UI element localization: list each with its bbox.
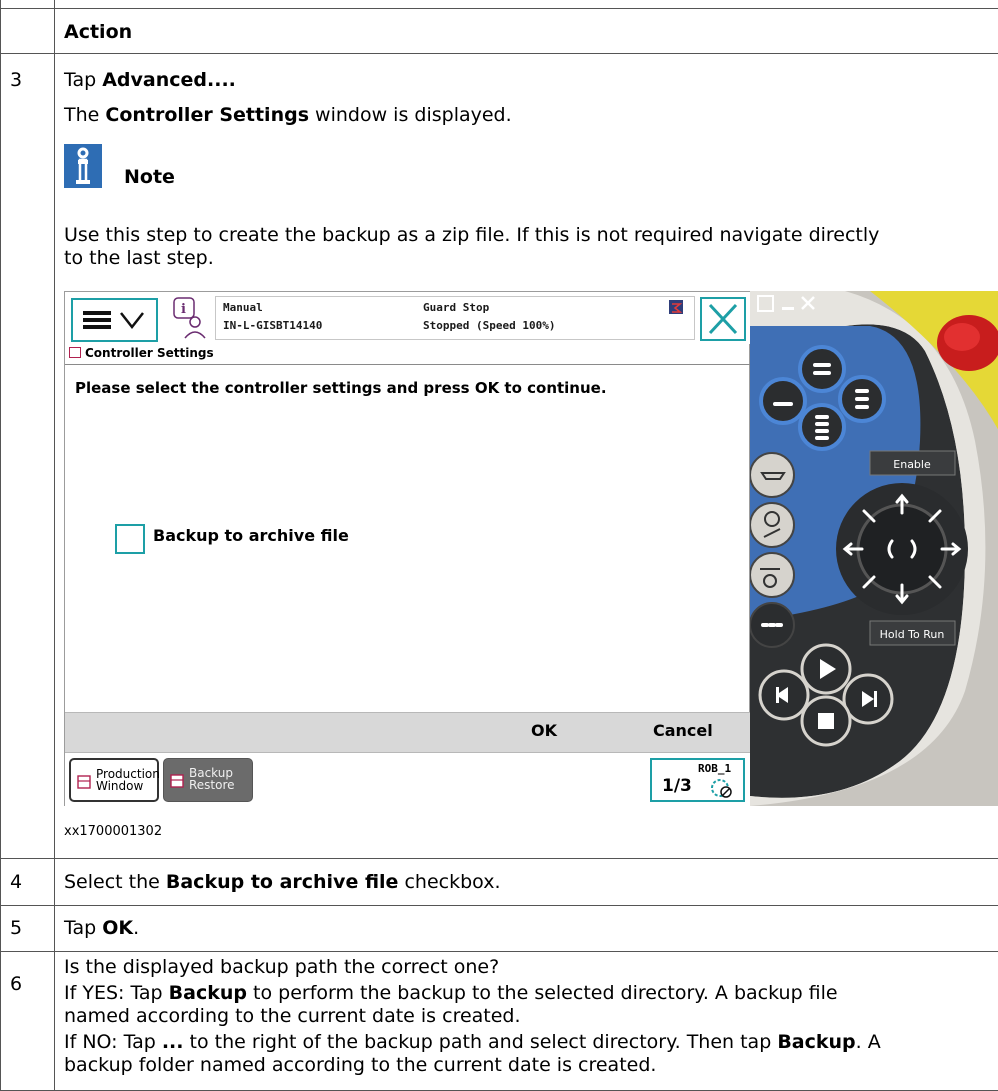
svg-text:i: i — [181, 302, 186, 317]
increment-fraction: 1/3 — [662, 776, 692, 796]
command-bar: OK Cancel — [65, 712, 751, 752]
hold-to-run-label: Hold To Run — [880, 628, 945, 641]
close-button[interactable] — [700, 297, 746, 341]
note-label: Note — [124, 166, 175, 188]
program-state: Stopped (Speed 100%) — [423, 319, 556, 332]
column-divider — [54, 0, 55, 1091]
mechanical-unit-label: ROB_1 — [698, 762, 732, 775]
prompt-text: Please select the controller settings an… — [75, 379, 607, 397]
task-label: Backup Restore — [189, 766, 235, 792]
ok-button[interactable]: OK — [531, 721, 557, 740]
main-menu-button[interactable] — [71, 298, 158, 342]
instruction-table: Action 3 Tap Advanced.... The Controller… — [0, 0, 998, 1091]
row-divider — [0, 951, 998, 952]
step-number: 5 — [10, 917, 23, 939]
column-header-action: Action — [64, 21, 133, 43]
enable-label: Enable — [893, 458, 931, 471]
backup-icon — [69, 347, 81, 358]
quickset-button[interactable]: ROB_1 1/3 — [650, 758, 745, 802]
backup-archive-checkbox[interactable] — [115, 524, 145, 554]
divider — [65, 364, 751, 365]
step-text: Select the Backup to archive file checkb… — [64, 871, 501, 893]
step-number: 6 — [10, 973, 23, 995]
table-border-left — [0, 0, 1, 1091]
note-text: Use this step to create the backup as a … — [64, 224, 880, 246]
step-text: If YES: Tap Backup to perform the backup… — [64, 982, 838, 1004]
checkbox-label: Backup to archive file — [153, 526, 349, 545]
event-log-icon[interactable]: i — [171, 296, 207, 340]
step-text: named according to the current date is c… — [64, 1005, 521, 1027]
figure-caption: xx1700001302 — [64, 824, 163, 839]
stop-indicator-icon — [669, 300, 683, 314]
table-border-top — [0, 8, 998, 9]
incremental-mode-icon — [711, 779, 732, 798]
operating-mode: Manual — [223, 301, 263, 314]
task-backup-restore[interactable]: Backup Restore — [163, 758, 253, 802]
step-text: Tap Advanced.... — [64, 69, 236, 91]
info-note-icon — [64, 144, 102, 188]
backup-icon — [170, 774, 184, 788]
cancel-button[interactable]: Cancel — [653, 721, 713, 740]
header-divider — [0, 53, 998, 54]
taskbar: Production Window Backup Restore ROB_1 1… — [65, 752, 751, 807]
step-text: The Controller Settings window is displa… — [64, 104, 512, 126]
controller-name: IN-L-GISBT14140 — [223, 319, 323, 332]
step-text: If NO: Tap ... to the right of the backu… — [64, 1031, 881, 1053]
row-divider — [0, 905, 998, 906]
task-production-window[interactable]: Production Window — [69, 758, 160, 802]
task-label: Production Window — [96, 767, 160, 793]
row-divider — [0, 858, 998, 859]
window-icon — [77, 775, 91, 789]
flexpendant-screenshot: i Manual IN-L-GISBT14140 Guard Stop Stop… — [64, 291, 998, 807]
flexpendant-screen: i Manual IN-L-GISBT14140 Guard Stop Stop… — [64, 291, 751, 807]
flexpendant-device: Enable Hold To Run — [750, 291, 998, 806]
step-text: backup folder named according to the cur… — [64, 1054, 657, 1076]
step-number: 4 — [10, 871, 23, 893]
top-bar: i Manual IN-L-GISBT14140 Guard Stop Stop… — [65, 292, 751, 344]
step-text: Tap OK. — [64, 917, 140, 939]
status-bar: Manual IN-L-GISBT14140 Guard Stop Stoppe… — [215, 296, 695, 340]
breadcrumb: Controller Settings — [69, 346, 214, 360]
note-text: to the last step. — [64, 247, 214, 269]
step-number: 3 — [10, 69, 23, 91]
controller-state: Guard Stop — [423, 301, 490, 314]
step-text: Is the displayed backup path the correct… — [64, 956, 500, 978]
